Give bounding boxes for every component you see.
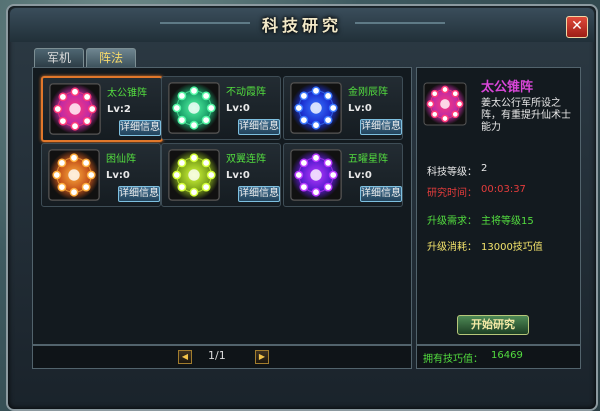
upgrade-cost-label: 升级消耗： [427, 242, 477, 253]
close-button[interactable]: ✕ [566, 16, 588, 38]
formation-list-panel: 太公锥阵 Lv:2 详细信息 不动霞阵 Lv:0 详细信息 金刚辰阵 Lv:0 … [32, 67, 412, 345]
formation-level: Lv:0 [348, 170, 372, 181]
formation-name: 双翼连阵 [226, 154, 266, 165]
formation-name: 金刚辰阵 [348, 87, 388, 98]
formation-name: 不动霞阵 [226, 87, 266, 98]
detail-formation-name: 太公锥阵 [481, 80, 534, 95]
tech-level-label: 科技等级： [427, 167, 477, 178]
formation-name: 困仙阵 [106, 154, 136, 165]
prev-page-icon: ◀ [181, 352, 189, 361]
page-indicator: 1/1 [208, 349, 226, 362]
tab-military[interactable]: 军机 [34, 48, 84, 67]
skill-points-value: 16469 [491, 350, 523, 361]
formation-name: 太公锥阵 [107, 88, 147, 99]
title-decoration-right [355, 22, 445, 24]
formation-icon [48, 149, 100, 201]
formation-icon [168, 149, 220, 201]
formation-card[interactable]: 金刚辰阵 Lv:0 详细信息 [283, 76, 403, 140]
prev-page-button[interactable]: ◀ [178, 350, 192, 364]
tab-formation[interactable]: 阵法 [86, 48, 136, 67]
detail-button[interactable]: 详细信息 [360, 119, 402, 135]
detail-button[interactable]: 详细信息 [360, 186, 402, 202]
skill-points-label: 拥有技巧值： [423, 354, 483, 365]
formation-card[interactable]: 太公锥阵 Lv:2 详细信息 [41, 76, 163, 142]
research-time-value: 00:03:37 [481, 184, 526, 195]
research-time-label: 研究时间： [427, 188, 477, 199]
detail-button[interactable]: 详细信息 [118, 186, 160, 202]
formation-level: Lv:0 [348, 103, 372, 114]
formation-icon [290, 149, 342, 201]
title-bar: 科技研究 [10, 8, 594, 42]
formation-card[interactable]: 不动霞阵 Lv:0 详细信息 [161, 76, 281, 140]
formation-card[interactable]: 困仙阵 Lv:0 详细信息 [41, 143, 161, 207]
detail-formation-icon [423, 82, 467, 126]
formation-level: Lv:0 [106, 170, 130, 181]
detail-description: 姜太公行军所设之阵，有重提升仙术士能力 [481, 98, 571, 133]
upgrade-requirement-value: 主将等级15 [481, 216, 534, 227]
formation-level: Lv:0 [226, 103, 250, 114]
upgrade-cost-value: 13000技巧值 [481, 242, 543, 253]
formation-level: Lv:0 [226, 170, 250, 181]
formation-icon [290, 82, 342, 134]
start-research-button[interactable]: 开始研究 [457, 315, 529, 335]
next-page-button[interactable]: ▶ [255, 350, 269, 364]
close-icon: ✕ [571, 18, 583, 34]
next-page-icon: ▶ [258, 352, 266, 361]
window-title: 科技研究 [261, 16, 342, 35]
formation-icon [49, 83, 101, 135]
formation-name: 五曜星阵 [348, 154, 388, 165]
formation-card[interactable]: 双翼连阵 Lv:0 详细信息 [161, 143, 281, 207]
formation-level: Lv:2 [107, 104, 131, 115]
formation-icon [168, 82, 220, 134]
detail-button[interactable]: 详细信息 [119, 120, 161, 136]
pagination: ◀ 1/1 ▶ [32, 345, 412, 369]
detail-button[interactable]: 详细信息 [238, 119, 280, 135]
formation-card[interactable]: 五曜星阵 Lv:0 详细信息 [283, 143, 403, 207]
formation-detail-panel: 太公锥阵 姜太公行军所设之阵，有重提升仙术士能力 科技等级： 2 研究时间： 0… [416, 67, 581, 345]
tech-level-value: 2 [481, 163, 488, 174]
detail-button[interactable]: 详细信息 [238, 186, 280, 202]
upgrade-requirement-label: 升级需求： [427, 216, 477, 227]
skill-points-bar: 拥有技巧值： 16469 [416, 345, 581, 369]
